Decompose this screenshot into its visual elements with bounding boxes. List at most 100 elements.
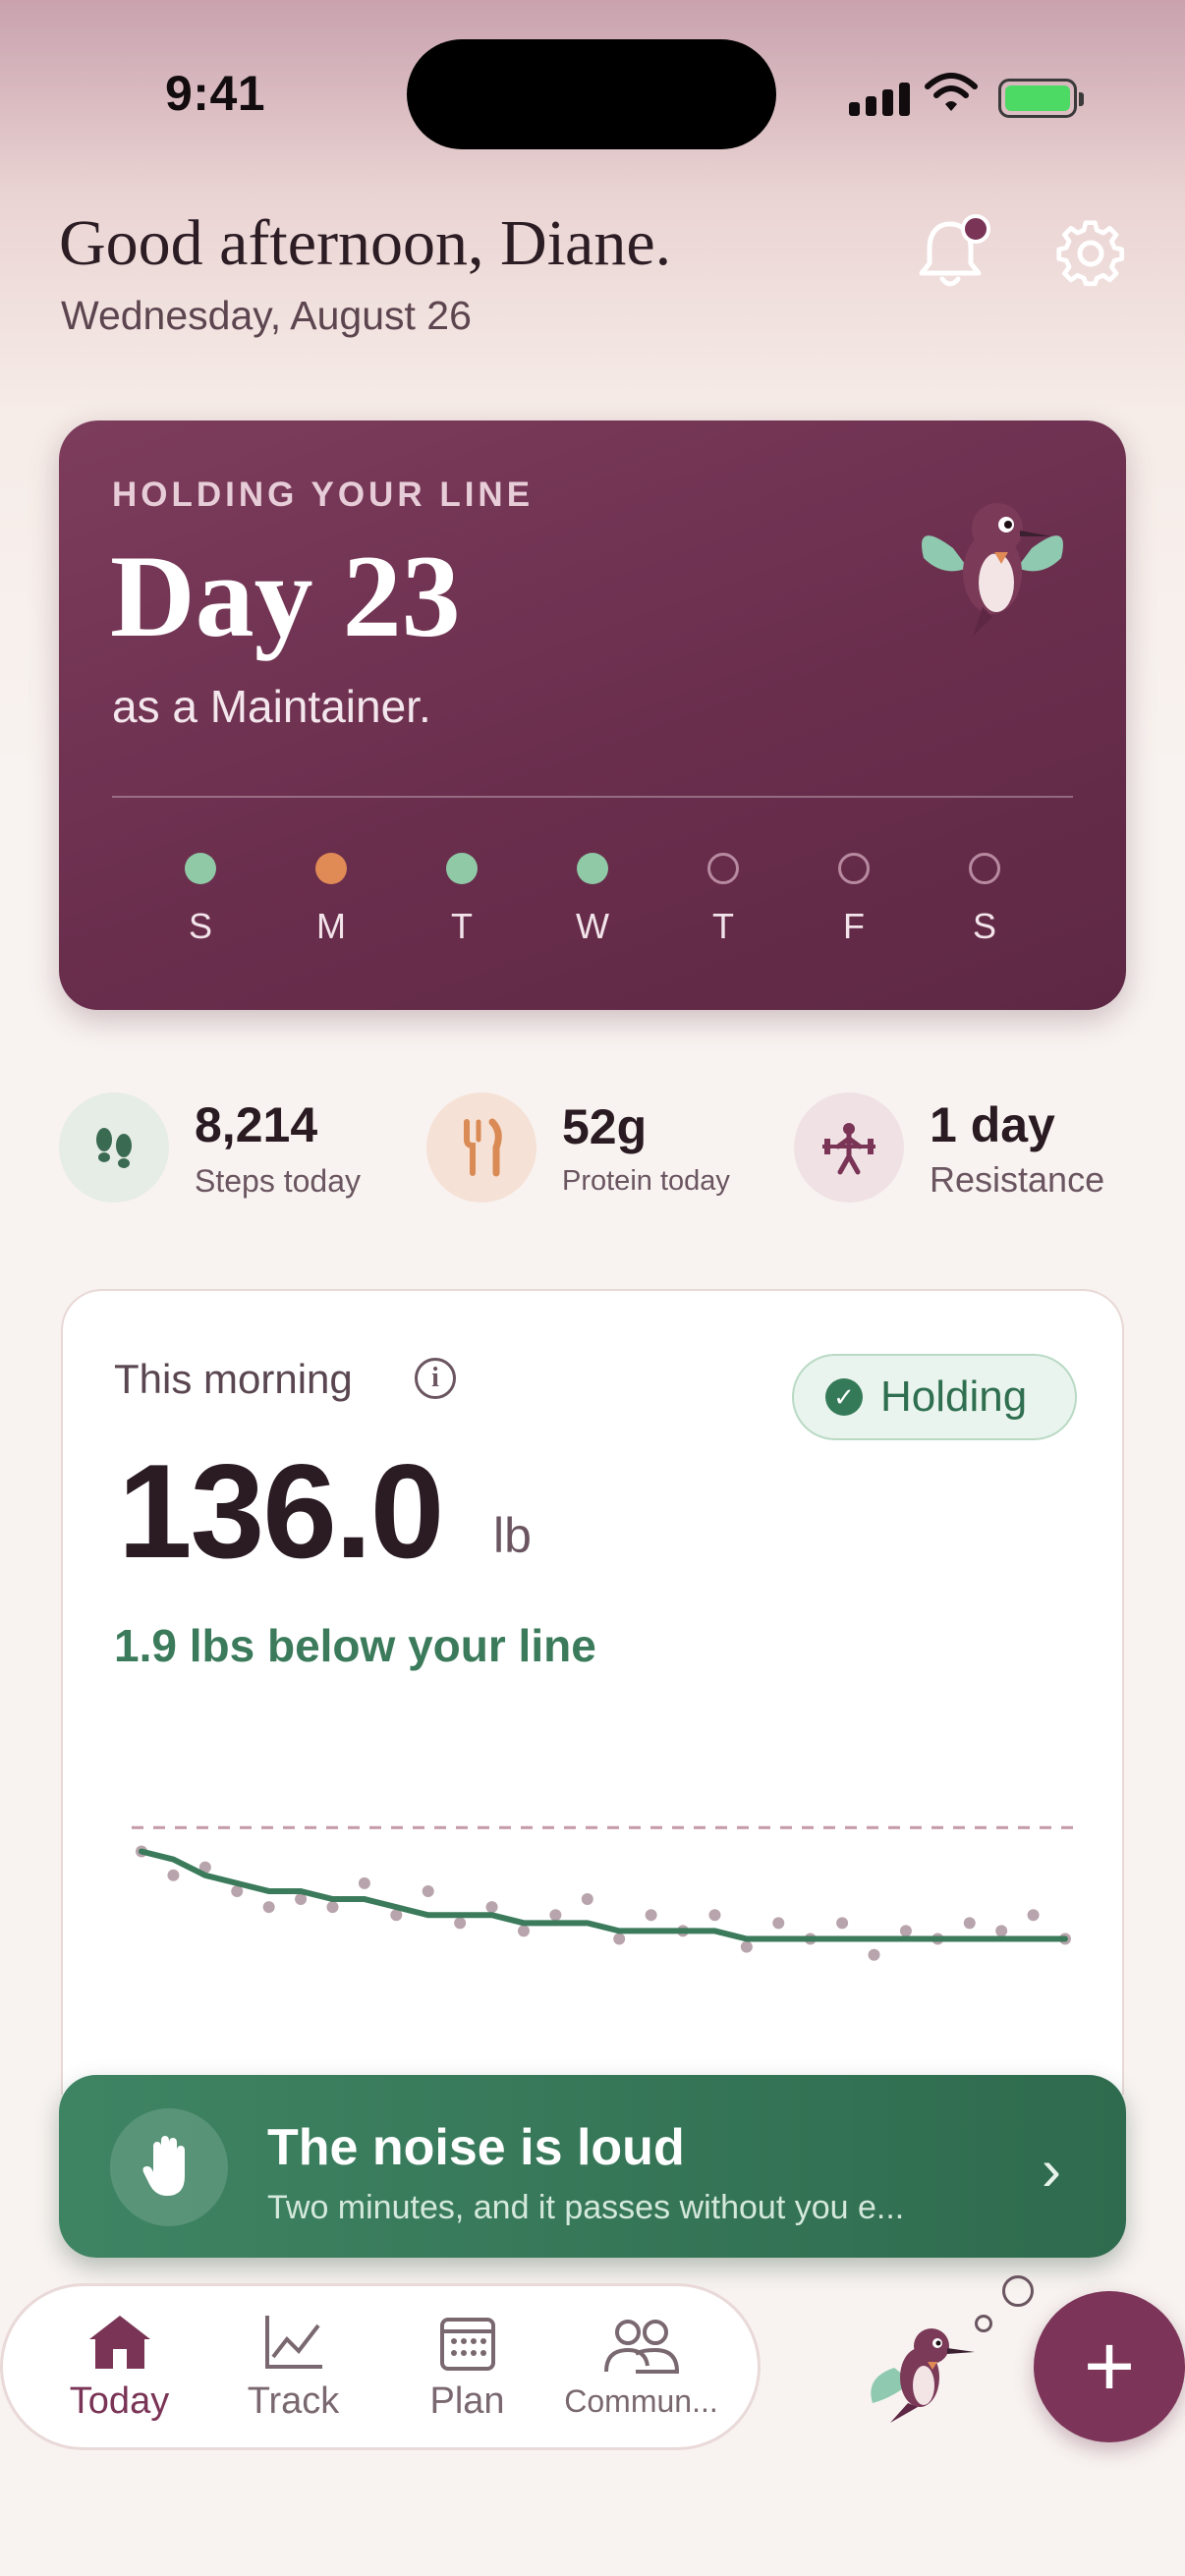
- day-status-dot: [315, 853, 347, 884]
- weight-label: This morning: [114, 1356, 353, 1402]
- tab-label: Today: [69, 2380, 170, 2422]
- hero-subtitle: as a Maintainer.: [112, 681, 431, 732]
- day-status-dot: [185, 853, 216, 884]
- footprints-icon: [59, 1092, 169, 1203]
- wifi-icon: [925, 73, 978, 111]
- week-day: S: [965, 853, 1004, 947]
- weight-unit: lb: [493, 1508, 532, 1563]
- weight-point: [836, 1917, 849, 1930]
- home-icon: [88, 2315, 150, 2369]
- protein-value: 52g: [562, 1099, 648, 1154]
- status-time: 9:41: [165, 66, 266, 121]
- noise-title: The noise is loud: [267, 2119, 685, 2176]
- gear-icon[interactable]: [1055, 218, 1126, 289]
- hummingbird-mascot-icon: [871, 2328, 975, 2423]
- calendar-icon: [439, 2317, 495, 2371]
- weight-point: [454, 1917, 467, 1930]
- weight-point: [326, 1901, 339, 1914]
- weight-value: 136.0: [118, 1436, 444, 1586]
- tab-label: Commun...: [564, 2382, 718, 2419]
- greeting: Good afternoon, Diane.: [59, 207, 672, 279]
- week-day: M: [311, 853, 351, 947]
- tab-bar: Today Track Plan Commun...: [0, 2283, 761, 2450]
- weight-point: [581, 1893, 593, 1906]
- day-status-dot: [969, 853, 1000, 884]
- resistance-value: 1 day: [930, 1097, 1055, 1152]
- noise-card[interactable]: The noise is loud Two minutes, and it pa…: [59, 2075, 1126, 2258]
- tab-label: Plan: [429, 2380, 505, 2422]
- weight-point: [772, 1917, 785, 1930]
- battery-icon: [998, 79, 1084, 118]
- hero-day-count: Day 23: [110, 531, 461, 661]
- chevron-right-icon: ›: [1042, 2137, 1061, 2203]
- week-day: W: [573, 853, 612, 947]
- steps-label: Steps today: [195, 1163, 361, 1199]
- weight-point: [358, 1876, 370, 1889]
- week-day: T: [442, 853, 481, 947]
- info-icon[interactable]: i: [415, 1358, 456, 1399]
- day-status-dot: [446, 853, 478, 884]
- day-status-dot: [707, 853, 739, 884]
- weightlifter-icon: [794, 1092, 904, 1203]
- weight-point: [485, 1901, 498, 1914]
- weight-point: [740, 1940, 753, 1953]
- thought-bubble: [1002, 2275, 1034, 2307]
- week-day: S: [181, 853, 220, 947]
- status-badge: ✓ Holding: [792, 1354, 1077, 1440]
- day-letter: T: [451, 906, 473, 946]
- resistance-label: Resistance: [930, 1159, 1105, 1200]
- day-letter: W: [576, 906, 609, 946]
- maintainer-card[interactable]: HOLDING YOUR LINE Day 23 as a Maintainer…: [59, 420, 1126, 1010]
- weight-point: [963, 1917, 976, 1930]
- date: Wednesday, August 26: [61, 293, 472, 338]
- weight-point: [868, 1948, 880, 1961]
- tab-today[interactable]: Today: [36, 2312, 203, 2423]
- dynamic-island: [407, 39, 776, 149]
- hero-eyebrow: HOLDING YOUR LINE: [112, 476, 535, 514]
- weight-point: [262, 1901, 275, 1914]
- trend-line: [139, 1848, 1068, 1942]
- day-status-dot: [577, 853, 608, 884]
- tab-track[interactable]: Track: [210, 2312, 377, 2423]
- notification-dot: [961, 214, 990, 244]
- day-letter: S: [188, 906, 212, 946]
- week-day: T: [704, 853, 743, 947]
- noise-subtitle: Two minutes, and it passes without you e…: [267, 2189, 905, 2226]
- week-tracker: SMTWTFS: [112, 853, 1073, 947]
- weight-point: [708, 1909, 721, 1922]
- weight-point: [995, 1925, 1008, 1937]
- weight-point: [1027, 1909, 1040, 1922]
- weight-point: [517, 1925, 530, 1937]
- day-letter: T: [712, 906, 734, 946]
- tab-community[interactable]: Commun...: [558, 2315, 725, 2420]
- check-icon: ✓: [825, 1378, 863, 1416]
- day-letter: S: [972, 906, 996, 946]
- steps-value: 8,214: [195, 1097, 318, 1152]
- weight-point: [645, 1909, 657, 1922]
- people-icon: [603, 2319, 679, 2374]
- chart-line-icon: [264, 2315, 322, 2369]
- thought-bubble: [975, 2315, 992, 2332]
- hummingbird-mascot-icon: [922, 503, 1063, 637]
- weight-difference: 1.9 lbs below your line: [114, 1620, 596, 1671]
- weight-point: [613, 1932, 626, 1945]
- weight-point: [422, 1884, 434, 1897]
- tab-label: Track: [247, 2380, 340, 2422]
- hand-icon: [110, 2108, 228, 2226]
- add-button[interactable]: +: [1034, 2291, 1185, 2442]
- tab-plan[interactable]: Plan: [384, 2312, 551, 2423]
- signal-icon: [849, 77, 910, 116]
- weight-card[interactable]: This morning i ✓ Holding 136.0 lb 1.9 lb…: [61, 1289, 1124, 2095]
- divider: [112, 796, 1073, 798]
- day-status-dot: [838, 853, 870, 884]
- weight-point: [549, 1909, 562, 1922]
- weight-trend-chart: [132, 1825, 1075, 1961]
- day-letter: F: [843, 906, 865, 946]
- fork-knife-icon: [426, 1092, 536, 1203]
- weight-point: [167, 1869, 180, 1881]
- day-letter: M: [316, 906, 346, 946]
- week-day: F: [834, 853, 874, 947]
- badge-label: Holding: [880, 1372, 1028, 1421]
- protein-label: Protein today: [562, 1165, 730, 1197]
- weight-point: [899, 1925, 912, 1937]
